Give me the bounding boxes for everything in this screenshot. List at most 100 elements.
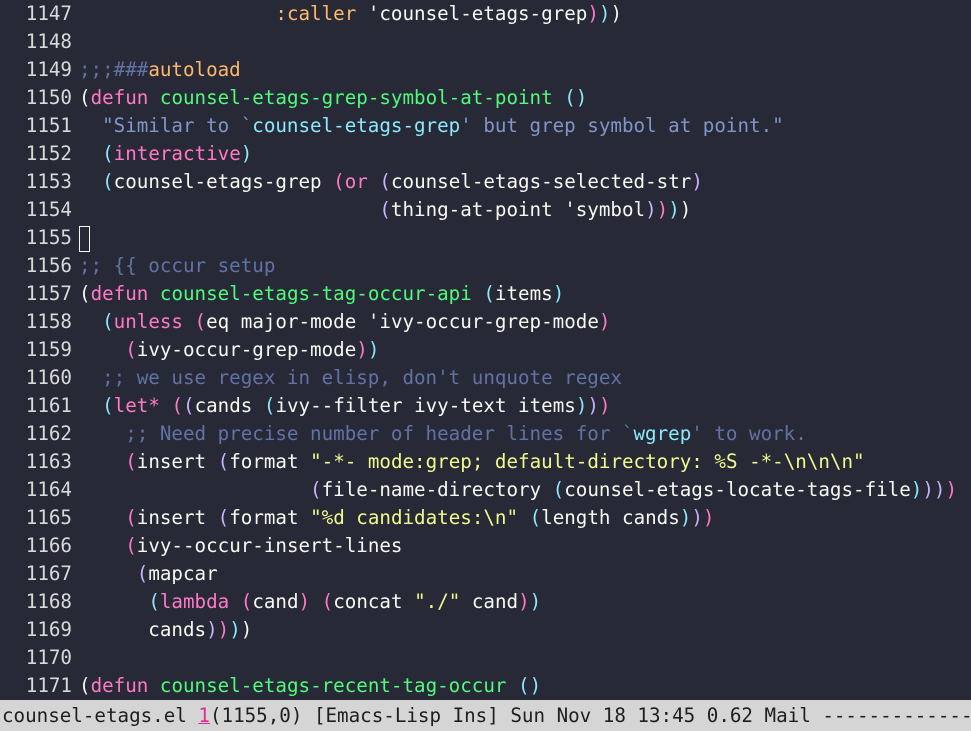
code-token: (: [552, 478, 565, 501]
code-token: (: [194, 310, 207, 333]
code-token: (: [102, 310, 114, 333]
line-number: 1162: [25, 422, 72, 445]
line-number: 1155: [25, 226, 72, 249]
code-token: counsel-etags-grep-symbol-at-point: [159, 86, 553, 109]
code-token: 'counsel-etags-grep: [356, 2, 588, 25]
code-line[interactable]: 1152 (interactive): [0, 140, 253, 168]
code-line[interactable]: 1159 (ivy-occur-grep-mode)): [0, 336, 380, 364]
line-number: 1153: [25, 170, 72, 193]
code-line[interactable]: 1149 ;;;###autoload: [0, 56, 241, 84]
code-token: counsel-etags-tag-occur-api: [159, 282, 472, 305]
line-code: (unless (eq major-mode 'ivy-occur-grep-m…: [79, 310, 610, 333]
code-line[interactable]: 1166 (ivy--occur-insert-lines: [0, 532, 403, 560]
line-code: :caller 'counsel-etags-grep))): [79, 2, 622, 25]
code-token: counsel-etags-recent-tag-occur: [159, 674, 507, 697]
line-code: cands)))): [79, 618, 252, 641]
code-line[interactable]: 1160 ;; we use regex in elisp, don't unq…: [0, 364, 622, 392]
code-token: (: [379, 170, 391, 193]
code-line[interactable]: 1164 (file-name-directory (counsel-etags…: [0, 476, 957, 504]
line-number: 1156: [25, 254, 72, 277]
line-number: 1163: [25, 450, 72, 473]
code-token: items: [494, 282, 553, 305]
code-token: ): [587, 2, 599, 25]
code-token: (: [125, 534, 137, 557]
code-token: (: [483, 282, 495, 305]
code-line[interactable]: 1150 (defun counsel-etags-grep-symbol-at-…: [0, 84, 588, 112]
code-token: ): [598, 310, 611, 333]
line-code: (ivy-occur-grep-mode)): [79, 338, 379, 361]
code-line[interactable]: 1157 (defun counsel-etags-tag-occur-api (…: [0, 280, 564, 308]
line-code: ;; Need precise number of header lines f…: [79, 422, 807, 445]
code-token: (: [102, 394, 114, 417]
code-token: ): [552, 282, 565, 305]
code-token: (: [263, 394, 276, 417]
line-number: 1166: [25, 534, 72, 557]
code-token: insert: [136, 450, 218, 473]
code-token: defun: [90, 674, 149, 697]
code-line[interactable]: 1154 (thing-at-point 'symbol)))): [0, 196, 692, 224]
code-token: (: [125, 338, 137, 361]
line-code: ;;;###autoload: [79, 58, 241, 81]
code-token: :caller: [275, 2, 357, 25]
text-cursor: [79, 225, 90, 252]
code-token: (: [333, 170, 345, 193]
code-token: (): [564, 86, 588, 109]
code-token: (: [183, 394, 195, 417]
code-token: (: [379, 198, 391, 221]
modeline-fill: -------------------: [822, 704, 971, 727]
code-token: "-*- mode:grep; default-directory: %S -*…: [310, 450, 865, 473]
code-line[interactable]: 1161 (let* ((cands (ivy--filter ivy-text…: [0, 392, 611, 420]
code-line[interactable]: 1171 (defun counsel-etags-recent-tag-occu…: [0, 672, 541, 700]
code-line[interactable]: 1162 ;; Need precise number of header li…: [0, 420, 807, 448]
code-token: insert: [136, 506, 218, 529]
code-token: ): [598, 2, 611, 25]
code-line[interactable]: 1158 (unless (eq major-mode 'ivy-occur-g…: [0, 308, 611, 336]
code-line[interactable]: 1147 :caller 'counsel-etags-grep))): [0, 0, 622, 28]
code-token: ): [298, 590, 311, 613]
code-token: counsel-etags-selected-str: [390, 170, 692, 193]
code-token: (: [171, 394, 184, 417]
line-number: 1152: [25, 142, 72, 165]
code-token: concat: [333, 590, 415, 613]
code-token: (: [102, 142, 114, 165]
code-line[interactable]: 1148: [0, 28, 79, 56]
line-number: 1157: [25, 282, 72, 305]
code-token: ): [217, 618, 230, 641]
code-line[interactable]: 1167 (mapcar: [0, 560, 218, 588]
code-line[interactable]: 1165 (insert (format "%d candidates:\n" …: [0, 504, 715, 532]
code-token: lambda: [159, 590, 230, 613]
code-line[interactable]: 1151 "Similar to `counsel-etags-grep' bu…: [0, 112, 784, 140]
code-line[interactable]: 1155: [0, 224, 90, 252]
code-token: counsel-etags-grep: [113, 170, 334, 193]
modeline-load-average: 0.62: [706, 704, 753, 727]
line-number: 1169: [25, 618, 72, 641]
code-line[interactable]: 1170: [0, 644, 79, 672]
code-token: thing-at-point 'symbol: [390, 198, 646, 221]
code-token: ): [668, 198, 680, 221]
code-line[interactable]: 1163 (insert (format "-*- mode:grep; def…: [0, 448, 865, 476]
code-token: "Similar to `: [79, 114, 253, 137]
mode-line: counsel-etags.el 1(1155,0) [Emacs-Lisp I…: [0, 700, 971, 731]
code-token: ): [367, 338, 380, 361]
code-line[interactable]: 1156 ;; {{ occur setup: [0, 252, 276, 280]
code-line[interactable]: 1153 (counsel-etags-grep (or (counsel-et…: [0, 168, 703, 196]
line-code: (counsel-etags-grep (or (counsel-etags-s…: [79, 170, 703, 193]
code-line[interactable]: 1169 cands)))): [0, 616, 253, 644]
code-token: (: [102, 170, 114, 193]
editor-buffer[interactable]: 1147 :caller 'counsel-etags-grep))) 1148 1…: [0, 0, 971, 700]
line-code: (interactive): [79, 142, 252, 165]
code-line[interactable]: 1168 (lambda (cand) (concat "./" cand)): [0, 588, 541, 616]
code-token: (: [148, 590, 160, 613]
line-number: 1170: [25, 646, 72, 669]
code-token: ): [598, 394, 611, 417]
line-code: (ivy--occur-insert-lines: [79, 534, 402, 557]
